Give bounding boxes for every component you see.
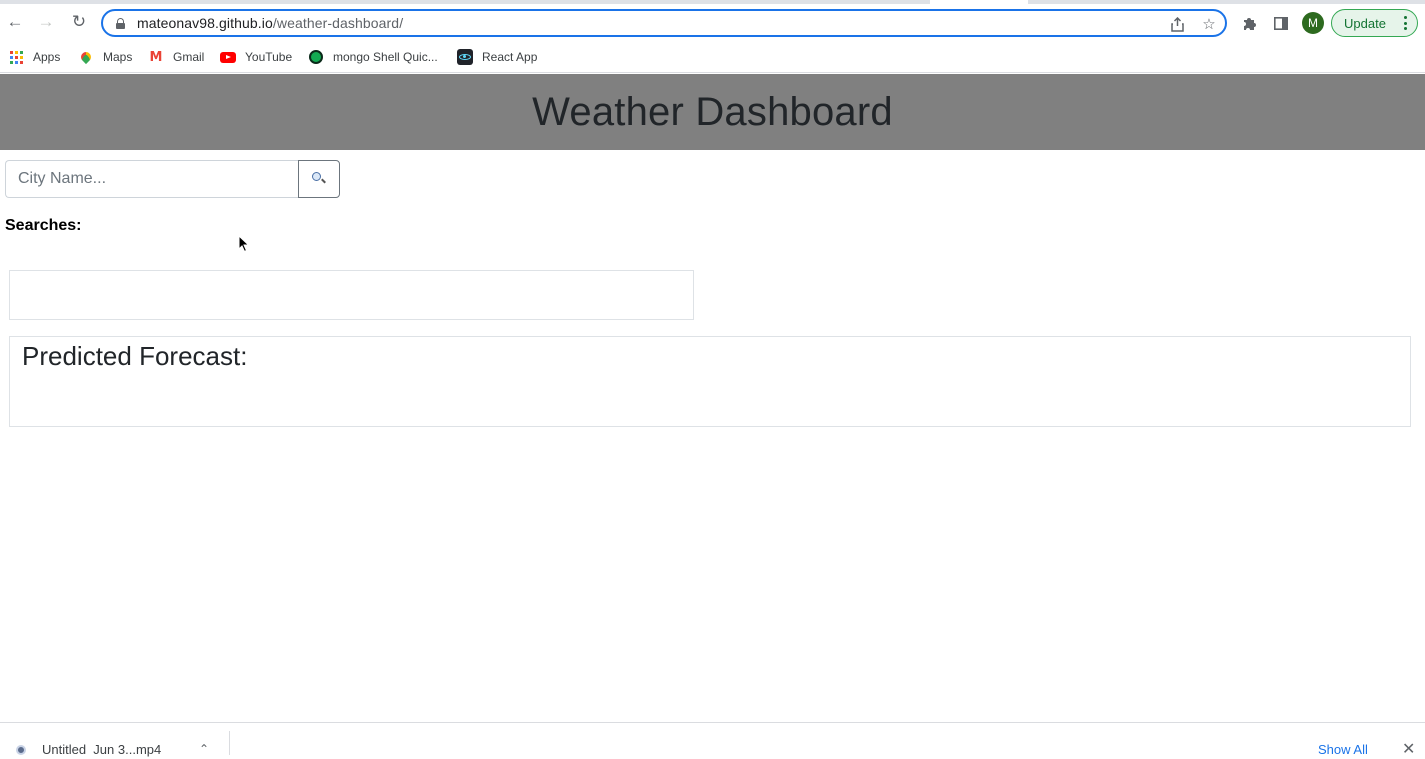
bookmark-label: YouTube: [245, 50, 293, 64]
divider: [229, 731, 230, 755]
reload-button[interactable]: ↻: [65, 8, 93, 36]
bookmark-react-app[interactable]: React App: [457, 46, 537, 68]
bookmark-mongo-shell[interactable]: mongo Shell Quic...: [308, 46, 438, 68]
download-item-name[interactable]: Untitled Jun 3...mp4: [42, 742, 161, 757]
side-panel-icon[interactable]: [1270, 12, 1292, 34]
forecast-title: Predicted Forecast:: [22, 341, 248, 371]
profile-avatar[interactable]: M: [1302, 12, 1324, 34]
forecast-container: Predicted Forecast:: [9, 336, 1411, 427]
close-icon[interactable]: ✕: [1402, 739, 1415, 759]
bookmark-label: React App: [482, 50, 538, 64]
search-history-container: [9, 270, 694, 320]
bookmark-label: mongo Shell Quic...: [333, 50, 438, 64]
bookmark-label: Maps: [103, 50, 133, 64]
download-shelf: Untitled Jun 3...mp4 ⌃ Show All ✕: [0, 722, 1425, 758]
reload-icon: ↻: [71, 12, 87, 31]
youtube-icon: [220, 49, 236, 65]
page-header: Weather Dashboard: [0, 74, 1425, 150]
profile-initial: M: [1308, 16, 1318, 30]
bookmark-apps[interactable]: Apps: [8, 46, 60, 68]
mongodb-icon: [308, 49, 324, 65]
address-bar[interactable]: mateonav98.github.io/weather-dashboard/ …: [101, 9, 1227, 37]
bookmark-maps[interactable]: Maps: [78, 46, 132, 68]
show-all-button[interactable]: Show All: [1318, 742, 1368, 757]
maps-icon: [78, 49, 94, 65]
share-icon[interactable]: [1167, 14, 1187, 34]
kebab-menu-icon[interactable]: [1404, 16, 1407, 30]
url-path: /weather-dashboard/: [272, 15, 404, 31]
page-content: Weather Dashboard Searches: Predicted Fo…: [0, 74, 1425, 722]
forward-button[interactable]: →: [32, 8, 60, 36]
arrow-right-icon: →: [37, 12, 55, 31]
magnifier-icon: [312, 172, 326, 186]
bookmark-label: Gmail: [173, 50, 205, 64]
bookmarks-bar: Apps Maps M Gmail YouTube mongo Shell Qu…: [0, 42, 1425, 73]
star-icon[interactable]: ☆: [1199, 14, 1219, 34]
browser-toolbar: ← → ↻ mateonav98.github.io/weather-dashb…: [0, 4, 1425, 42]
lock-icon[interactable]: [116, 17, 125, 29]
react-icon: [457, 49, 473, 65]
searches-label: Searches:: [5, 217, 82, 234]
page-title: Weather Dashboard: [532, 89, 893, 134]
bookmark-youtube[interactable]: YouTube: [220, 46, 292, 68]
puzzle-icon[interactable]: [1238, 12, 1260, 34]
gmail-icon: M: [149, 49, 163, 65]
apps-grid-icon: [8, 49, 24, 65]
update-button[interactable]: Update: [1331, 9, 1418, 37]
url-host: mateonav98.github.io: [137, 15, 273, 31]
city-search-input[interactable]: [5, 160, 298, 198]
city-search-form: [5, 160, 340, 198]
mouse-cursor-icon: [238, 235, 250, 253]
bookmark-gmail[interactable]: M Gmail: [148, 46, 205, 68]
url-text[interactable]: mateonav98.github.io/weather-dashboard/: [137, 15, 403, 31]
bookmark-label: Apps: [33, 50, 61, 64]
update-label: Update: [1344, 15, 1386, 31]
search-button[interactable]: [298, 160, 340, 198]
arrow-left-icon: ←: [6, 12, 24, 31]
back-button[interactable]: ←: [1, 8, 29, 36]
